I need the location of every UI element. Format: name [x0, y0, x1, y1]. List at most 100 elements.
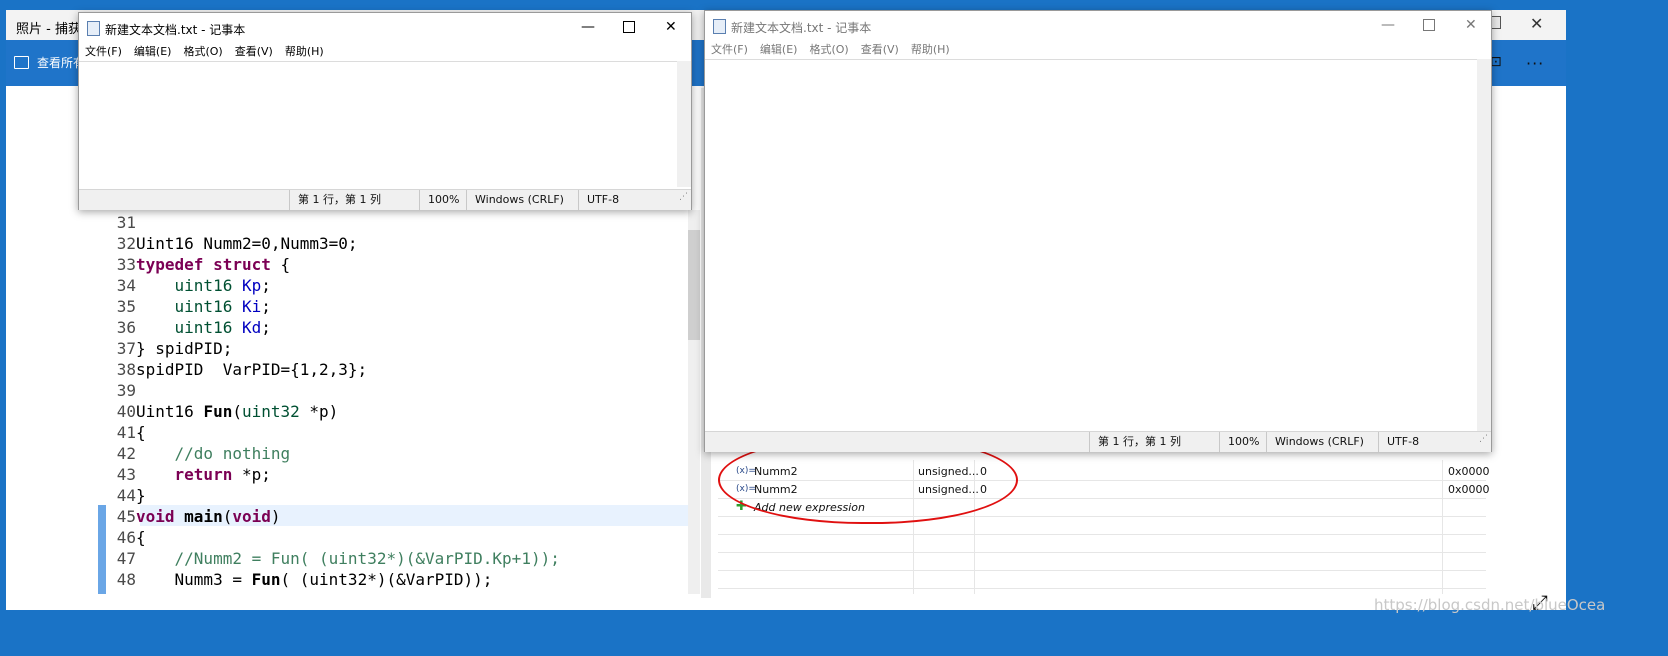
code-text: uint16 Kd;	[174, 318, 271, 337]
line-number: 35	[116, 297, 136, 316]
line-number: 41	[116, 423, 136, 442]
menu-help[interactable]: 帮助(H)	[911, 43, 950, 56]
line-number: 32	[116, 234, 136, 253]
more-icon[interactable]: ···	[1526, 54, 1544, 73]
view-all-button[interactable]: 查看所有	[14, 54, 85, 71]
code-line[interactable]: 38spidPID VarPID={1,2,3};	[90, 359, 690, 380]
notepad-title: 新建文本文档.txt - 记事本	[105, 23, 246, 37]
expression-address: 0x0000	[1448, 465, 1490, 478]
notepad-text-area[interactable]	[705, 59, 1477, 432]
code-text: Numm3 = Fun( (uint32*)(&VarPID));	[136, 570, 493, 589]
empty-row	[718, 571, 1486, 589]
menu-help[interactable]: 帮助(H)	[285, 45, 324, 58]
minimize-icon[interactable]: —	[1381, 17, 1395, 33]
close-icon[interactable]: ✕	[665, 19, 677, 35]
menu-view[interactable]: 查看(V)	[861, 43, 899, 56]
code-text: {	[136, 528, 146, 547]
code-text: } spidPID;	[136, 339, 233, 358]
code-line[interactable]: 33typedef struct {	[90, 254, 690, 275]
code-text: {	[136, 423, 146, 442]
line-number: 46	[116, 528, 136, 547]
code-line[interactable]: 34 uint16 Kp;	[90, 275, 690, 296]
minimize-icon[interactable]: —	[581, 19, 595, 35]
code-text: //Numm2 = Fun( (uint32*)(&VarPID.Kp+1));	[174, 549, 560, 568]
line-number: 31	[116, 213, 136, 232]
code-text: //do nothing	[174, 444, 291, 463]
code-line[interactable]: 37} spidPID;	[90, 338, 690, 359]
line-number: 47	[116, 549, 136, 568]
code-line[interactable]: 45void main(void)	[90, 506, 690, 527]
maximize-icon[interactable]	[1423, 19, 1435, 35]
code-line[interactable]: 40Uint16 Fun(uint32 *p)	[90, 401, 690, 422]
line-number: 44	[116, 486, 136, 505]
code-line[interactable]: 35 uint16 Ki;	[90, 296, 690, 317]
line-number: 39	[116, 381, 136, 400]
notepad-menubar: 文件(F) 编辑(E) 格式(O) 查看(V) 帮助(H)	[79, 43, 330, 61]
status-encoding: UTF-8	[1378, 432, 1419, 452]
line-number: 36	[116, 318, 136, 337]
status-eol: Windows (CRLF)	[466, 190, 564, 210]
close-icon[interactable]: ✕	[1465, 17, 1477, 33]
expression-address: 0x0000	[1448, 483, 1490, 496]
code-line[interactable]: 44}	[90, 485, 690, 506]
code-line[interactable]: 36 uint16 Kd;	[90, 317, 690, 338]
status-zoom: 100%	[1219, 432, 1259, 452]
menu-file[interactable]: 文件(F)	[85, 45, 122, 58]
line-number: 43	[116, 465, 136, 484]
close-icon[interactable]: ✕	[1530, 14, 1543, 33]
picture-icon	[14, 56, 29, 69]
notepad-scrollbar[interactable]	[1477, 59, 1491, 431]
resize-grip-icon[interactable]: ⋰	[679, 187, 688, 207]
menu-edit[interactable]: 编辑(E)	[760, 43, 798, 56]
notepad-menubar: 文件(F) 编辑(E) 格式(O) 查看(V) 帮助(H)	[705, 41, 956, 59]
code-text: }	[136, 486, 146, 505]
notepad-statusbar: 第 1 行，第 1 列 100% Windows (CRLF) UTF-8 ⋰	[705, 431, 1491, 452]
code-line[interactable]: 47 //Numm2 = Fun( (uint32*)(&VarPID.Kp+1…	[90, 548, 690, 569]
notepad-icon	[87, 21, 100, 36]
code-line[interactable]: 42 //do nothing	[90, 443, 690, 464]
line-number: 38	[116, 360, 136, 379]
code-text: spidPID VarPID={1,2,3};	[136, 360, 368, 379]
notepad-titlebar[interactable]: 新建文本文档.txt - 记事本 — ✕	[705, 11, 1491, 41]
notepad-statusbar: 第 1 行，第 1 列 100% Windows (CRLF) UTF-8 ⋰	[79, 189, 691, 210]
line-number: 33	[116, 255, 136, 274]
code-line[interactable]: 48 Numm3 = Fun( (uint32*)(&VarPID));	[90, 569, 690, 590]
watermark: https://blog.csdn.net/blueOcea	[1374, 596, 1606, 614]
empty-row	[718, 535, 1486, 553]
line-number: 48	[116, 570, 136, 589]
code-text: uint16 Ki;	[174, 297, 271, 316]
code-text: void main(void)	[136, 507, 281, 526]
code-line[interactable]: 41{	[90, 422, 690, 443]
notepad-scrollbar[interactable]	[677, 61, 691, 187]
menu-view[interactable]: 查看(V)	[235, 45, 273, 58]
maximize-icon[interactable]	[623, 21, 635, 37]
code-text: Uint16 Fun(uint32 *p)	[136, 402, 339, 421]
menu-format[interactable]: 格式(O)	[809, 43, 848, 56]
notepad-text-area[interactable]	[79, 61, 677, 188]
code-text: typedef struct {	[136, 255, 291, 274]
line-number: 40	[116, 402, 136, 421]
notepad-window-right[interactable]: 新建文本文档.txt - 记事本 — ✕ 文件(F) 编辑(E) 格式(O) 查看(V…	[704, 10, 1492, 452]
status-eol: Windows (CRLF)	[1266, 432, 1364, 452]
line-number: 45	[116, 507, 136, 526]
line-number: 42	[116, 444, 136, 463]
code-line[interactable]: 46{	[90, 527, 690, 548]
status-position: 第 1 行，第 1 列	[1089, 432, 1181, 452]
code-editor: 31 32Uint16 Numm2=0,Numm3=0; 33typedef str…	[90, 210, 700, 594]
code-line[interactable]: 39	[90, 380, 690, 401]
code-line[interactable]: 43 return *p;	[90, 464, 690, 485]
notepad-window-left[interactable]: 新建文本文档.txt - 记事本 — ✕ 文件(F) 编辑(E) 格式(O) 查看(V…	[78, 12, 692, 210]
line-number: 34	[116, 276, 136, 295]
line-number: 37	[116, 339, 136, 358]
code-line[interactable]: 31	[90, 212, 690, 233]
menu-format[interactable]: 格式(O)	[183, 45, 222, 58]
code-line[interactable]: 32Uint16 Numm2=0,Numm3=0;	[90, 233, 690, 254]
code-text: Uint16 Numm2=0,Numm3=0;	[136, 234, 358, 253]
resize-grip-icon[interactable]: ⋰	[1479, 429, 1488, 449]
notepad-icon	[713, 19, 726, 34]
status-zoom: 100%	[419, 190, 459, 210]
menu-edit[interactable]: 编辑(E)	[134, 45, 172, 58]
notepad-titlebar[interactable]: 新建文本文档.txt - 记事本 — ✕	[79, 13, 691, 43]
menu-file[interactable]: 文件(F)	[711, 43, 748, 56]
status-position: 第 1 行，第 1 列	[289, 190, 381, 210]
